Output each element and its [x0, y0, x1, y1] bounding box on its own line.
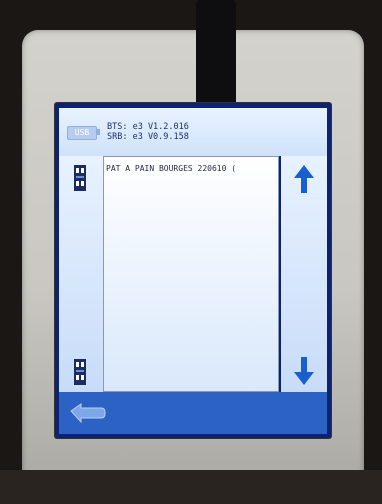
footer-bar: [59, 392, 327, 434]
right-sidebar: [281, 156, 327, 392]
pattern-block-bottom-icon[interactable]: [73, 358, 87, 386]
device-base: [0, 470, 382, 504]
list-item[interactable]: PAT A PAIN BOURGES 220610 (: [104, 157, 278, 174]
left-sidebar: [59, 156, 103, 392]
srb-version: SRB: e3 V0.9.158: [107, 132, 189, 142]
file-list: PAT A PAIN BOURGES 220610 (: [103, 156, 279, 392]
usb-connector-icon: [97, 129, 100, 135]
touch-screen: USB BTS: e3 V1.2.016 SRB: e3 V0.9.158 PA…: [55, 103, 331, 438]
status-header: USB BTS: e3 V1.2.016 SRB: e3 V0.9.158: [59, 108, 327, 156]
firmware-versions: BTS: e3 V1.2.016 SRB: e3 V0.9.158: [107, 122, 189, 142]
pattern-block-icon[interactable]: [73, 164, 87, 192]
usb-status-badge: USB: [67, 126, 97, 140]
back-arrow-icon[interactable]: [65, 400, 107, 426]
arrow-up-icon[interactable]: [293, 164, 315, 194]
usb-cable: [196, 0, 236, 106]
arrow-down-icon[interactable]: [293, 356, 315, 386]
bts-version: BTS: e3 V1.2.016: [107, 122, 189, 132]
